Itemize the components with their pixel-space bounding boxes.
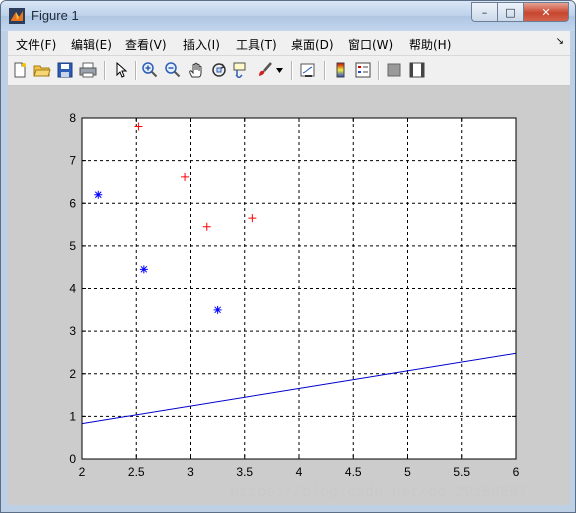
x-tick-label: 2 xyxy=(79,465,86,479)
open-file-icon[interactable] xyxy=(32,60,52,80)
y-tick-label: 4 xyxy=(69,282,76,296)
maximize-icon: □ xyxy=(505,5,516,19)
close-button[interactable]: ✕ xyxy=(524,2,569,22)
figure-window: Figure 1 – □ ✕ 文件(F) 编辑(E) 查看(V) 插入(I) 工… xyxy=(0,0,576,513)
menu-view[interactable]: 查看(V) xyxy=(125,36,167,53)
x-tick-label: 4.5 xyxy=(345,465,362,479)
zoom-out-icon[interactable] xyxy=(163,60,183,80)
menu-file[interactable]: 文件(F) xyxy=(16,36,56,53)
blue-star-point xyxy=(139,265,148,274)
menu-desktop[interactable]: 桌面(D) xyxy=(291,36,334,53)
y-tick-label: 8 xyxy=(69,111,76,125)
minimize-icon: – xyxy=(481,5,488,19)
toolbar-separator xyxy=(324,61,326,80)
watermark: https://blog.csdn.net/qq_20106597 xyxy=(230,484,528,501)
y-tick-label: 5 xyxy=(69,239,76,253)
title-bar[interactable]: Figure 1 – □ ✕ xyxy=(1,1,575,31)
hide-plot-tools-icon[interactable] xyxy=(384,60,404,80)
close-icon: ✕ xyxy=(541,5,551,19)
toolbar-separator xyxy=(104,61,106,80)
x-tick-label: 4 xyxy=(296,465,303,479)
pan-hand-icon[interactable] xyxy=(186,60,206,80)
menu-help[interactable]: 帮助(H) xyxy=(409,36,451,53)
menu-edit[interactable]: 编辑(E) xyxy=(71,36,112,53)
figure-toolbar xyxy=(8,56,570,86)
maximize-button[interactable]: □ xyxy=(498,2,524,22)
y-tick-label: 1 xyxy=(69,409,76,423)
zoom-in-icon[interactable] xyxy=(140,60,160,80)
legend-icon[interactable] xyxy=(353,60,373,80)
x-tick-label: 2.5 xyxy=(128,465,145,479)
menu-tools[interactable]: 工具(T) xyxy=(236,36,277,53)
y-tick-label: 6 xyxy=(69,196,76,210)
x-tick-label: 3 xyxy=(187,465,194,479)
menu-bar: 文件(F) 编辑(E) 查看(V) 插入(I) 工具(T) 桌面(D) 窗口(W… xyxy=(8,31,570,56)
new-figure-icon[interactable] xyxy=(10,60,30,80)
toolbar-separator xyxy=(291,61,293,80)
print-icon[interactable] xyxy=(78,60,98,80)
window-title: Figure 1 xyxy=(31,8,79,23)
scatter-plot[interactable]: 2 2.5 3 3.5 4 4.5 5 5.5 6 0 1 2 3 4 5 6 7 8 xyxy=(8,86,570,505)
menu-insert[interactable]: 插入(I) xyxy=(183,36,220,53)
matlab-logo-icon xyxy=(9,8,25,24)
select-arrow-icon[interactable] xyxy=(111,60,131,80)
data-cursor-icon[interactable] xyxy=(232,60,252,80)
menu-window[interactable]: 窗口(W) xyxy=(348,36,393,53)
x-tick-label: 5.5 xyxy=(453,465,470,479)
toolbar-separator xyxy=(378,61,380,80)
blue-star-point xyxy=(94,190,103,199)
y-tick-label: 2 xyxy=(69,367,76,381)
link-plot-icon[interactable] xyxy=(298,60,318,80)
y-tick-label: 7 xyxy=(69,154,76,168)
brush-icon[interactable] xyxy=(255,60,275,80)
figure-canvas: 2 2.5 3 3.5 4 4.5 5 5.5 6 0 1 2 3 4 5 6 7 8 xyxy=(8,86,570,505)
rotate-3d-icon[interactable] xyxy=(209,60,229,80)
show-plot-tools-icon[interactable] xyxy=(407,60,427,80)
dock-arrow-icon[interactable]: ↘ xyxy=(556,36,564,47)
y-tick-label: 0 xyxy=(69,452,76,466)
save-icon[interactable] xyxy=(55,60,75,80)
brush-dropdown-icon[interactable] xyxy=(274,60,284,80)
toolbar-separator xyxy=(135,61,137,80)
x-tick-label: 6 xyxy=(513,465,520,479)
x-tick-label: 5 xyxy=(404,465,411,479)
blue-star-point xyxy=(213,305,222,314)
minimize-button[interactable]: – xyxy=(471,2,498,22)
colorbar-icon[interactable] xyxy=(330,60,350,80)
x-tick-label: 3.5 xyxy=(236,465,253,479)
y-tick-label: 3 xyxy=(69,324,76,338)
